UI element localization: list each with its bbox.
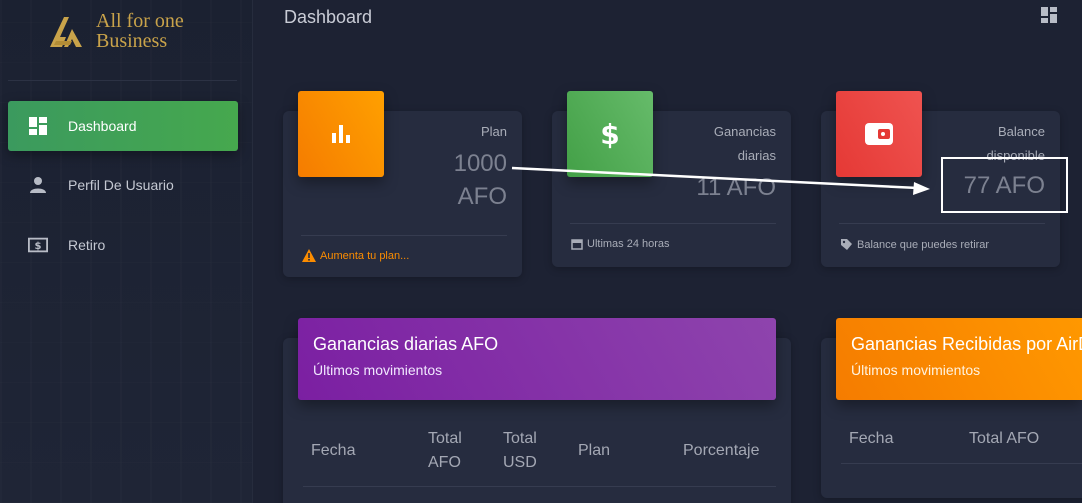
sidebar: All for one Business Dashboard Perfil De… xyxy=(0,0,253,503)
card-footer-text: Ultimas 24 horas xyxy=(587,238,670,250)
card-divider xyxy=(570,223,776,224)
card-footer: Ultimas 24 horas xyxy=(571,238,670,250)
ganancias-icon-box: $ xyxy=(567,91,653,177)
svg-text:$: $ xyxy=(600,119,619,149)
dashboard-icon xyxy=(28,116,48,136)
card-category-line2: diarias xyxy=(737,148,776,163)
card-divider xyxy=(839,223,1045,224)
tag-icon xyxy=(841,239,852,250)
sidebar-divider xyxy=(8,80,237,81)
sidebar-item-dashboard[interactable]: Dashboard xyxy=(8,101,238,151)
svg-text:$: $ xyxy=(35,241,42,252)
brand[interactable]: All for one Business xyxy=(46,11,184,51)
wallet-icon xyxy=(865,123,893,145)
column-header: Total AFO xyxy=(969,430,1040,447)
card-category-line1: Balance xyxy=(998,124,1045,139)
card-value-line1: 1000 xyxy=(453,150,507,177)
sidebar-item-label: Retiro xyxy=(68,237,106,253)
column-header: Plan xyxy=(578,442,611,459)
brand-logo-icon xyxy=(50,17,82,47)
card-value-line2: AFO xyxy=(457,183,507,210)
card-category: Plan xyxy=(480,124,507,139)
column-header: Fecha xyxy=(311,442,356,459)
table-divider xyxy=(303,486,776,487)
annotation-highlight-box xyxy=(941,157,1068,213)
column-header: Fecha xyxy=(849,430,894,447)
panel-title: Ganancias Recibidas por AirD xyxy=(851,334,1082,354)
plan-icon-box xyxy=(298,91,384,177)
apps-icon[interactable] xyxy=(1041,7,1057,23)
brand-line1: All for one xyxy=(96,10,184,32)
card-category-line1: Ganancias xyxy=(713,124,776,139)
card-footer-text: Balance que puedes retirar xyxy=(857,238,990,251)
person-icon xyxy=(28,175,48,195)
column-header: Total USD xyxy=(503,430,537,471)
table-divider xyxy=(841,463,1082,464)
panel-header-ganancias-recibidas: Ganancias Recibidas por AirD Últimos mov… xyxy=(836,318,1082,400)
panel-title: Ganancias diarias AFO xyxy=(313,334,499,354)
money-icon: $ xyxy=(28,235,48,255)
brand-name: All for one Business xyxy=(96,11,184,51)
sidebar-item-label: Dashboard xyxy=(68,118,137,134)
card-footer-link[interactable]: Aumenta tu plan... xyxy=(302,249,409,262)
dollar-icon: $ xyxy=(600,119,619,149)
calendar-icon xyxy=(571,239,583,250)
brand-line2: Business xyxy=(96,30,168,52)
sidebar-item-retiro[interactable]: $ Retiro xyxy=(8,220,238,270)
card-footer: Balance que puedes retirar xyxy=(840,238,989,251)
card-value: 1000 AFO xyxy=(454,147,507,213)
column-header: Total AFO xyxy=(428,430,462,471)
panel-subtitle: Últimos movimientos xyxy=(851,362,981,378)
warning-icon xyxy=(302,249,316,262)
card-divider xyxy=(301,235,507,236)
sidebar-item-label: Perfil De Usuario xyxy=(68,177,174,193)
card-value: 11 AFO xyxy=(696,174,776,201)
card-category: Ganancias diarias xyxy=(714,120,776,168)
panel-header-ganancias-diarias: Ganancias diarias AFO Últimos movimiento… xyxy=(298,318,776,400)
card-footer-text: Aumenta tu plan... xyxy=(320,249,410,262)
page-title: Dashboard xyxy=(284,7,373,27)
sidebar-item-perfil[interactable]: Perfil De Usuario xyxy=(8,160,238,210)
panel-subtitle: Últimos movimientos xyxy=(313,362,443,378)
balance-icon-box xyxy=(836,91,922,177)
bar-chart-icon xyxy=(332,125,350,143)
column-header: Porcentaje xyxy=(683,442,760,459)
